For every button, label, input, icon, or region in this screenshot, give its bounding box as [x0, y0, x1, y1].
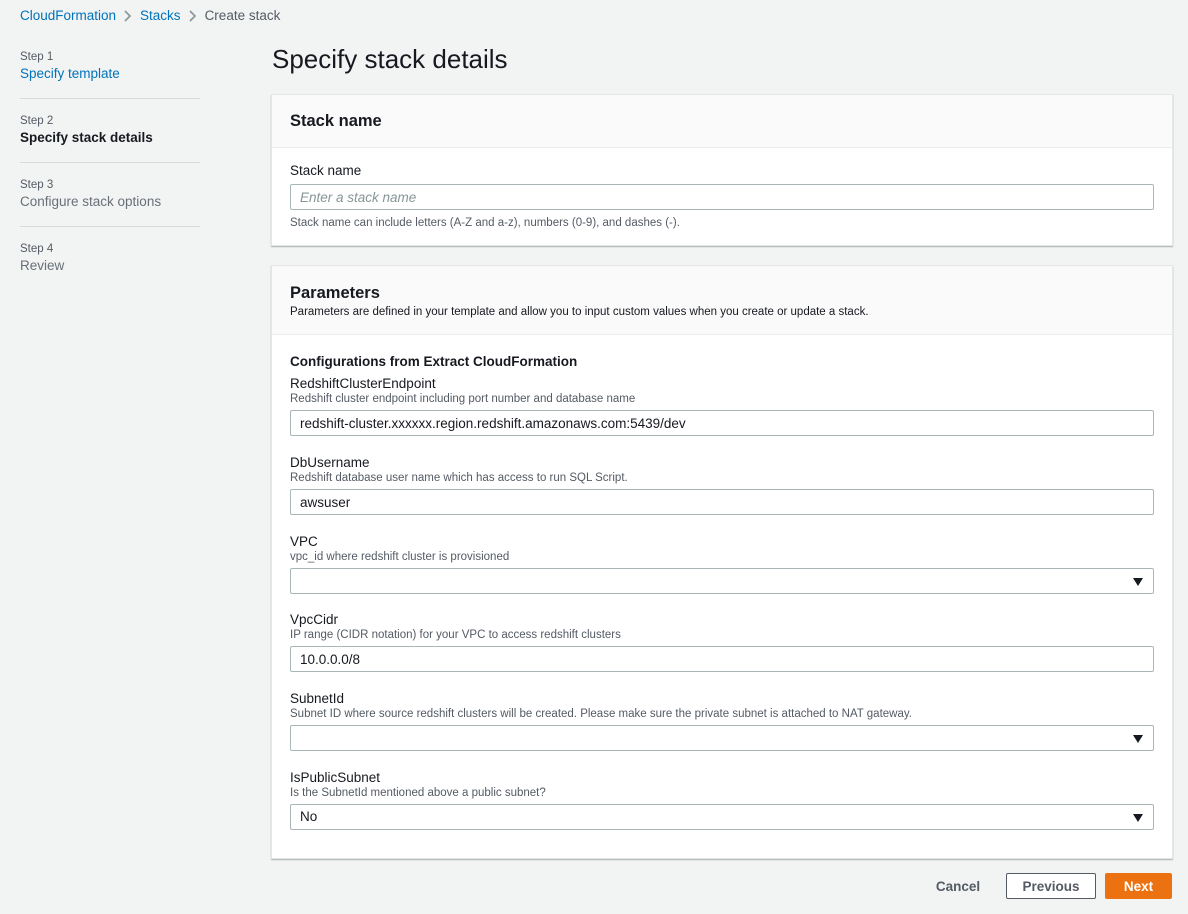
field-vpc: VPC vpc_id where redshift cluster is pro… — [290, 534, 1154, 594]
next-button[interactable]: Next — [1105, 873, 1172, 899]
vpc-cidr-input[interactable] — [290, 646, 1154, 672]
field-label: VpcCidr — [290, 612, 339, 627]
stack-name-hint: Stack name can include letters (A-Z and … — [290, 217, 680, 229]
panel-title: Parameters — [290, 284, 380, 302]
field-is-public-subnet: IsPublicSubnet Is the SubnetId mentioned… — [290, 770, 1154, 830]
cancel-button[interactable]: Cancel — [922, 873, 994, 899]
parameters-panel: Parameters Parameters are defined in you… — [271, 265, 1173, 859]
field-db-username: DbUsername Redshift database user name w… — [290, 455, 1154, 515]
is-public-subnet-select[interactable]: No — [290, 804, 1154, 830]
redshift-cluster-endpoint-input[interactable] — [290, 410, 1154, 436]
field-vpc-cidr: VpcCidr IP range (CIDR notation) for you… — [290, 612, 1154, 672]
step-title: Configure stack options — [20, 194, 162, 209]
wizard-steps: Step 1 Specify template Step 2 Specify s… — [20, 50, 200, 307]
step-number: Step 3 — [20, 179, 54, 191]
stack-name-input[interactable] — [290, 184, 1154, 210]
chevron-right-icon — [181, 8, 205, 23]
page-title: Specify stack details — [272, 44, 508, 74]
field-label: IsPublicSubnet — [290, 770, 381, 785]
step-number: Step 1 — [20, 51, 54, 63]
select-value: No — [300, 809, 318, 824]
chevron-right-icon — [116, 8, 140, 23]
caret-down-icon — [1133, 814, 1143, 822]
field-label: DbUsername — [290, 455, 370, 470]
wizard-step-3: Step 3 Configure stack options — [20, 179, 200, 227]
field-description: IP range (CIDR notation) for your VPC to… — [290, 629, 621, 641]
breadcrumb-stacks-link[interactable]: Stacks — [140, 8, 181, 23]
field-label: VPC — [290, 534, 318, 549]
step-title-current: Specify stack details — [20, 130, 153, 145]
caret-down-icon — [1133, 578, 1143, 586]
previous-button[interactable]: Previous — [1006, 873, 1096, 899]
panel-description: Parameters are defined in your template … — [290, 306, 869, 318]
subnet-id-select[interactable] — [290, 725, 1154, 751]
field-description: Redshift database user name which has ac… — [290, 472, 628, 484]
stack-name-panel: Stack name Stack name Stack name can inc… — [271, 94, 1173, 246]
wizard-step-2: Step 2 Specify stack details — [20, 115, 200, 163]
parameter-group-title: Configurations from Extract CloudFormati… — [290, 354, 578, 369]
breadcrumb-current: Create stack — [204, 8, 281, 23]
vpc-select[interactable] — [290, 568, 1154, 594]
stack-name-label: Stack name — [290, 163, 362, 178]
step-number: Step 4 — [20, 243, 54, 255]
wizard-step-1: Step 1 Specify template — [20, 51, 200, 99]
breadcrumb-cloudformation-link[interactable]: CloudFormation — [20, 8, 116, 23]
panel-header: Parameters Parameters are defined in you… — [272, 266, 1172, 335]
field-subnet-id: SubnetId Subnet ID where source redshift… — [290, 691, 1154, 751]
panel-header: Stack name — [272, 95, 1172, 148]
field-description: Is the SubnetId mentioned above a public… — [290, 787, 546, 799]
step-number: Step 2 — [20, 115, 54, 127]
step-link-specify-template[interactable]: Specify template — [20, 66, 200, 81]
caret-down-icon — [1133, 735, 1143, 743]
field-label: SubnetId — [290, 691, 345, 706]
breadcrumb: CloudFormation Stacks Create stack — [20, 8, 280, 23]
panel-title: Stack name — [290, 112, 382, 130]
field-label: RedshiftClusterEndpoint — [290, 376, 436, 391]
field-redshift-cluster-endpoint: RedshiftClusterEndpoint Redshift cluster… — [290, 376, 1154, 436]
field-description: Redshift cluster endpoint including port… — [290, 393, 636, 405]
wizard-step-4: Step 4 Review — [20, 243, 200, 291]
db-username-input[interactable] — [290, 489, 1154, 515]
field-description: vpc_id where redshift cluster is provisi… — [290, 551, 510, 563]
step-title: Review — [20, 258, 65, 273]
field-description: Subnet ID where source redshift clusters… — [290, 708, 912, 720]
